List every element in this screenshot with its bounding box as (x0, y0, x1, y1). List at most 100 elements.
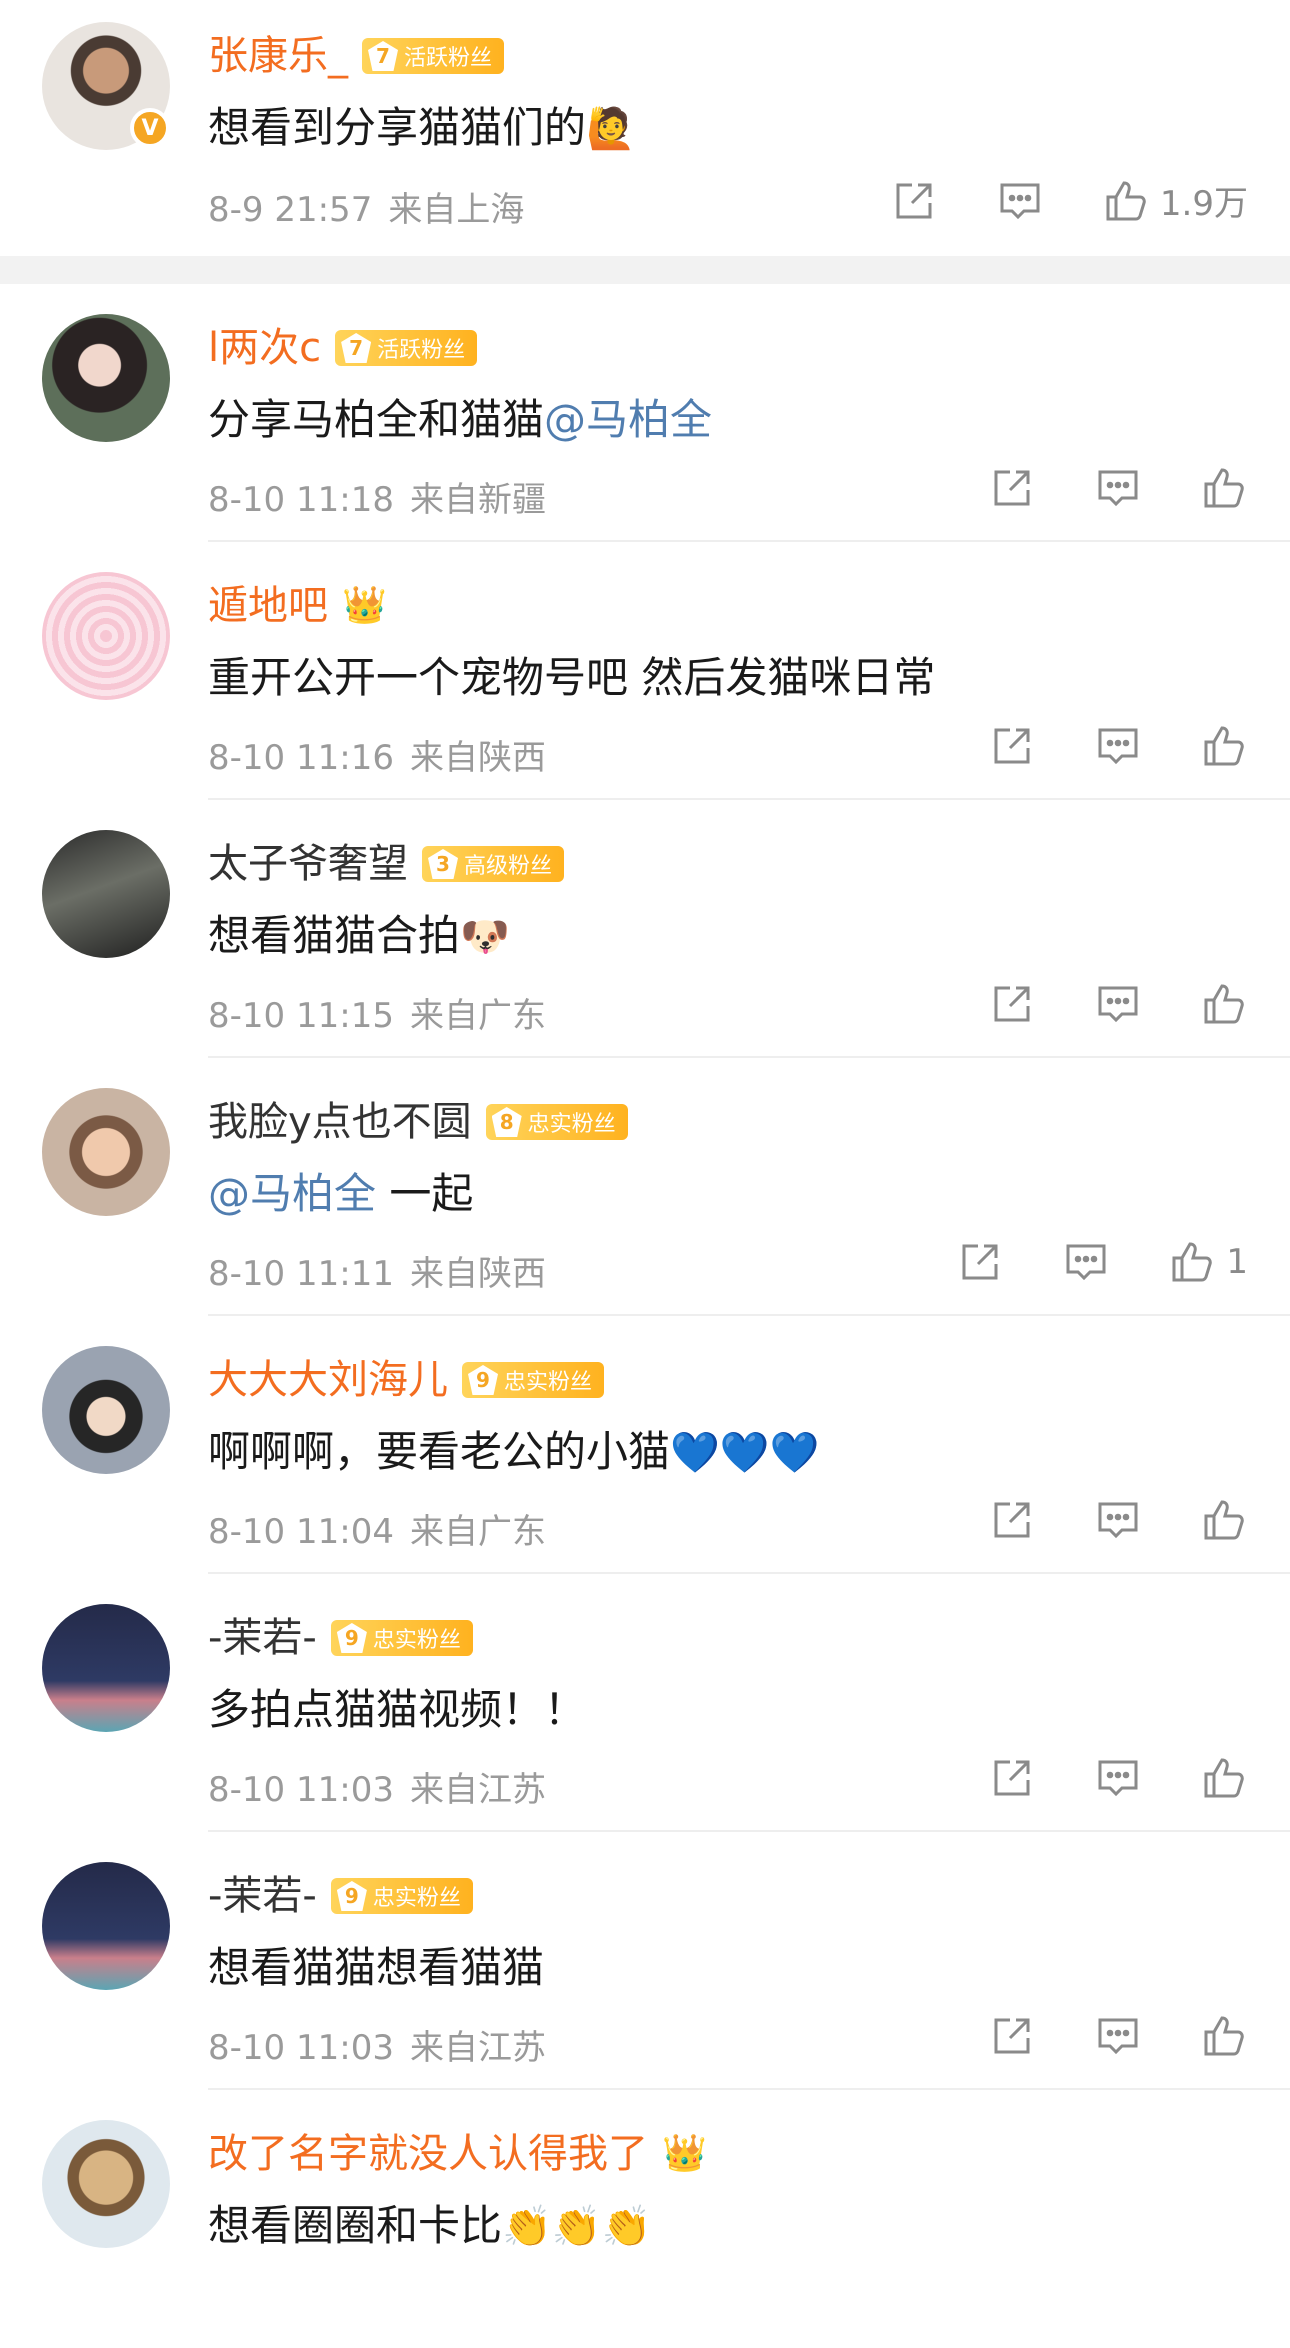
comment-meta: 8-9 21:57 来自上海 (208, 182, 524, 231)
share-icon (994, 1760, 1030, 1796)
location: 来自江苏 (409, 2028, 546, 2068)
avatar[interactable] (42, 314, 170, 442)
comment-meta: 8-10 11:15 来自广东 (208, 988, 546, 1037)
comment-icon (1098, 728, 1138, 765)
comment-button[interactable] (996, 177, 1044, 225)
share-button[interactable] (988, 1496, 1036, 1544)
timestamp: 8-10 11:16 (208, 738, 394, 778)
like-button[interactable] (1200, 2012, 1248, 2060)
comment-item: -茉若- 9 忠实粉丝 多拍点猫猫视频！！ 8-10 11:03 来自江苏 (0, 1574, 1290, 1832)
share-button[interactable] (890, 177, 938, 225)
username[interactable]: -茉若- (208, 1610, 317, 1666)
avatar[interactable] (42, 572, 170, 700)
share-icon (962, 1244, 998, 1280)
username[interactable]: 改了名字就没人认得我了 (208, 2126, 648, 2182)
share-icon (994, 1502, 1030, 1538)
timestamp: 8-10 11:04 (208, 1512, 394, 1552)
like-button[interactable] (1200, 980, 1248, 1028)
avatar[interactable] (42, 1346, 170, 1474)
like-icon (1204, 1500, 1244, 1540)
emoji: 🐶 (460, 914, 510, 960)
comment-text: 想看到分享猫猫们的🙋 (208, 103, 636, 152)
fan-badge[interactable]: 9 忠实粉丝 (330, 1620, 473, 1656)
timestamp: 8-10 11:03 (208, 2028, 394, 2068)
like-button[interactable] (1200, 1754, 1248, 1802)
username[interactable]: 张康乐_ (208, 28, 348, 84)
timestamp: 8-10 11:03 (208, 1770, 394, 1810)
location: 来自陕西 (409, 738, 546, 778)
comment-meta: 8-10 11:04 来自广东 (208, 1504, 546, 1553)
comment-icon (1098, 986, 1138, 1023)
comment-button[interactable] (1094, 1754, 1142, 1802)
comment-icon (1098, 2018, 1138, 2055)
comment-button[interactable] (1062, 1238, 1110, 1286)
fan-badge[interactable]: 7 活跃粉丝 (335, 330, 478, 366)
avatar[interactable] (42, 1604, 170, 1732)
share-icon (994, 728, 1030, 764)
like-icon (1204, 468, 1244, 508)
comment-button[interactable] (1094, 1496, 1142, 1544)
mention-link[interactable]: @马柏全 (544, 395, 712, 444)
comment-button[interactable] (1094, 980, 1142, 1028)
fan-badge[interactable]: 9 忠实粉丝 (462, 1362, 605, 1398)
fan-badge[interactable]: 9 忠实粉丝 (330, 1878, 473, 1914)
comment-text: 多拍点猫猫视频！！ (208, 1685, 587, 1734)
comment-icon (1098, 1502, 1138, 1539)
share-button[interactable] (988, 1754, 1036, 1802)
comment-item: -茉若- 9 忠实粉丝 想看猫猫想看猫猫 8-10 11:03 来自江苏 (0, 1832, 1290, 2090)
like-button[interactable] (1200, 722, 1248, 770)
mention-link[interactable]: @马柏全 (208, 1169, 376, 1218)
share-button[interactable] (988, 464, 1036, 512)
timestamp: 8-9 21:57 (208, 190, 373, 230)
comment-meta: 8-10 11:16 来自陕西 (208, 730, 546, 779)
comment-button[interactable] (1094, 464, 1142, 512)
emoji: 🙋 (586, 106, 636, 152)
share-button[interactable] (956, 1238, 1004, 1286)
comment-button[interactable] (1094, 722, 1142, 770)
avatar[interactable] (42, 1862, 170, 1990)
like-button[interactable]: 1.9万 (1102, 176, 1248, 225)
like-icon (1204, 1758, 1244, 1798)
timestamp: 8-10 11:11 (208, 1254, 394, 1294)
location: 来自广东 (409, 1512, 546, 1552)
like-button[interactable] (1200, 464, 1248, 512)
like-count: 1.9万 (1159, 184, 1248, 224)
comment-text: 想看猫猫合拍🐶 (208, 911, 510, 960)
comment-text: 重开公开一个宠物号吧 然后发猫咪日常 (208, 653, 936, 702)
comment-item: 太子爷奢望 3 高级粉丝 想看猫猫合拍🐶 8-10 11:15 来自广东 (0, 800, 1290, 1058)
username[interactable]: 大大大刘海儿 (208, 1352, 448, 1408)
fan-badge[interactable]: 7 活跃粉丝 (362, 38, 505, 74)
location: 来自陕西 (409, 1254, 546, 1294)
comment-text: 分享马柏全和猫猫@马柏全 (208, 395, 713, 444)
username[interactable]: l两次c (208, 320, 321, 376)
username[interactable]: 遁地吧 (208, 578, 328, 634)
verified-badge-icon: V (130, 108, 170, 148)
location: 来自广东 (409, 996, 546, 1036)
section-divider (0, 256, 1290, 284)
like-icon (1172, 1242, 1213, 1282)
comment-item: 我脸y点也不圆 8 忠实粉丝 @马柏全 一起 8-10 11:11 来自陕西 1 (0, 1058, 1290, 1316)
avatar[interactable] (42, 830, 170, 958)
comment-text: @马柏全 一起 (208, 1169, 474, 1218)
comment-item: 改了名字就没人认得我了 👑 想看圈圈和卡比👏👏👏 (0, 2090, 1290, 2348)
timestamp: 8-10 11:18 (208, 480, 394, 520)
avatar[interactable] (42, 1088, 170, 1216)
like-icon (1204, 726, 1244, 766)
username[interactable]: -茉若- (208, 1868, 317, 1924)
like-icon (1106, 180, 1146, 220)
username[interactable]: 我脸y点也不圆 (208, 1094, 472, 1150)
share-icon (994, 2018, 1030, 2054)
username[interactable]: 太子爷奢望 (208, 836, 408, 892)
fan-badge[interactable]: 8 忠实粉丝 (485, 1104, 628, 1140)
share-button[interactable] (988, 722, 1036, 770)
share-icon (994, 470, 1030, 506)
share-button[interactable] (988, 980, 1036, 1028)
comment-icon (1098, 470, 1138, 507)
share-button[interactable] (988, 2012, 1036, 2060)
comment-button[interactable] (1094, 2012, 1142, 2060)
like-button[interactable] (1200, 1496, 1248, 1544)
avatar[interactable] (42, 2120, 170, 2248)
emoji: 👏👏👏 (502, 2204, 652, 2250)
fan-badge[interactable]: 3 高级粉丝 (422, 846, 565, 882)
like-button[interactable]: 1 (1168, 1238, 1248, 1286)
